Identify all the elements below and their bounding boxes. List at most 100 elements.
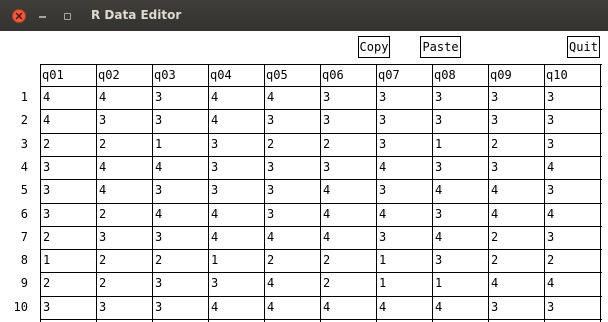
column-header-q05[interactable]: q05 xyxy=(266,67,288,83)
table-cell[interactable]: 3 xyxy=(267,112,274,128)
table-cell[interactable]: 4 xyxy=(211,112,218,128)
table-cell[interactable]: 1 xyxy=(155,136,162,152)
table-cell[interactable]: 4 xyxy=(547,206,554,222)
table-cell[interactable]: 4 xyxy=(435,299,442,315)
paste-button[interactable]: Paste xyxy=(420,36,461,58)
table-cell[interactable]: 4 xyxy=(155,159,162,175)
table-cell[interactable]: 3 xyxy=(211,159,218,175)
table-cell[interactable]: 2 xyxy=(491,136,498,152)
table-cell[interactable]: 3 xyxy=(491,89,498,105)
table-cell[interactable]: 3 xyxy=(155,182,162,198)
table-cell[interactable]: 3 xyxy=(323,89,330,105)
table-cell[interactable]: 4 xyxy=(379,206,386,222)
table-cell[interactable]: 3 xyxy=(379,89,386,105)
table-cell[interactable]: 3 xyxy=(379,112,386,128)
copy-button[interactable]: Copy xyxy=(358,36,390,58)
table-cell[interactable]: 3 xyxy=(491,299,498,315)
table-cell[interactable]: 3 xyxy=(547,112,554,128)
table-cell[interactable]: 2 xyxy=(43,229,50,245)
table-cell[interactable]: 3 xyxy=(99,112,106,128)
table-cell[interactable]: 4 xyxy=(491,206,498,222)
table-cell[interactable]: 4 xyxy=(547,159,554,175)
table-cell[interactable]: 3 xyxy=(547,299,554,315)
table-cell[interactable]: 3 xyxy=(547,229,554,245)
table-cell[interactable]: 3 xyxy=(379,229,386,245)
table-cell[interactable]: 4 xyxy=(211,89,218,105)
table-cell[interactable]: 2 xyxy=(491,229,498,245)
table-cell[interactable]: 3 xyxy=(435,206,442,222)
table-cell[interactable]: 4 xyxy=(267,275,274,291)
table-cell[interactable]: 4 xyxy=(491,275,498,291)
quit-button[interactable]: Quit xyxy=(567,36,600,58)
table-cell[interactable]: 2 xyxy=(323,252,330,268)
table-cell[interactable]: 3 xyxy=(435,252,442,268)
table-cell[interactable]: 3 xyxy=(155,112,162,128)
column-header-q04[interactable]: q04 xyxy=(210,67,232,83)
table-cell[interactable]: 1 xyxy=(435,136,442,152)
table-cell[interactable]: 3 xyxy=(155,229,162,245)
column-header-q01[interactable]: q01 xyxy=(42,67,64,83)
table-cell[interactable]: 1 xyxy=(435,275,442,291)
table-cell[interactable]: 3 xyxy=(547,89,554,105)
table-cell[interactable]: 3 xyxy=(491,159,498,175)
table-cell[interactable]: 4 xyxy=(491,182,498,198)
table-cell[interactable]: 3 xyxy=(435,159,442,175)
table-cell[interactable]: 3 xyxy=(99,229,106,245)
table-cell[interactable]: 4 xyxy=(99,89,106,105)
table-cell[interactable]: 3 xyxy=(267,206,274,222)
table-cell[interactable]: 2 xyxy=(267,252,274,268)
table-cell[interactable]: 4 xyxy=(99,182,106,198)
table-cell[interactable]: 3 xyxy=(211,275,218,291)
table-cell[interactable]: 3 xyxy=(379,182,386,198)
table-cell[interactable]: 2 xyxy=(99,252,106,268)
table-cell[interactable]: 2 xyxy=(491,252,498,268)
table-cell[interactable]: 2 xyxy=(43,275,50,291)
close-icon[interactable] xyxy=(12,9,26,23)
table-cell[interactable]: 3 xyxy=(211,136,218,152)
table-cell[interactable]: 1 xyxy=(43,252,50,268)
table-cell[interactable]: 4 xyxy=(323,182,330,198)
table-cell[interactable]: 2 xyxy=(99,136,106,152)
table-cell[interactable]: 2 xyxy=(155,252,162,268)
table-cell[interactable]: 4 xyxy=(99,159,106,175)
column-header-q02[interactable]: q02 xyxy=(98,67,120,83)
table-cell[interactable]: 3 xyxy=(547,182,554,198)
table-cell[interactable]: 3 xyxy=(435,112,442,128)
table-cell[interactable]: 3 xyxy=(491,112,498,128)
table-cell[interactable]: 3 xyxy=(323,112,330,128)
table-cell[interactable]: 3 xyxy=(43,206,50,222)
minimize-icon[interactable] xyxy=(36,9,50,23)
table-cell[interactable]: 3 xyxy=(155,275,162,291)
table-cell[interactable]: 4 xyxy=(323,229,330,245)
column-header-q09[interactable]: q09 xyxy=(490,67,512,83)
column-header-q03[interactable]: q03 xyxy=(154,67,176,83)
table-cell[interactable]: 3 xyxy=(267,159,274,175)
table-cell[interactable]: 4 xyxy=(323,206,330,222)
table-cell[interactable]: 2 xyxy=(99,206,106,222)
table-cell[interactable]: 4 xyxy=(267,89,274,105)
table-cell[interactable]: 4 xyxy=(211,206,218,222)
table-cell[interactable]: 3 xyxy=(267,182,274,198)
table-cell[interactable]: 3 xyxy=(99,299,106,315)
table-cell[interactable]: 1 xyxy=(379,252,386,268)
title-bar[interactable]: R Data Editor xyxy=(0,0,608,31)
column-header-q10[interactable]: q10 xyxy=(546,67,568,83)
table-cell[interactable]: 3 xyxy=(211,182,218,198)
table-cell[interactable]: 2 xyxy=(99,275,106,291)
table-cell[interactable]: 4 xyxy=(211,229,218,245)
table-cell[interactable]: 4 xyxy=(435,182,442,198)
table-cell[interactable]: 4 xyxy=(155,206,162,222)
column-header-q08[interactable]: q08 xyxy=(434,67,456,83)
table-cell[interactable]: 4 xyxy=(211,299,218,315)
table-cell[interactable]: 4 xyxy=(267,229,274,245)
table-cell[interactable]: 3 xyxy=(435,89,442,105)
table-cell[interactable]: 3 xyxy=(379,136,386,152)
table-cell[interactable]: 1 xyxy=(211,252,218,268)
table-cell[interactable]: 4 xyxy=(379,159,386,175)
table-cell[interactable]: 4 xyxy=(379,299,386,315)
table-cell[interactable]: 3 xyxy=(43,299,50,315)
table-cell[interactable]: 4 xyxy=(547,275,554,291)
table-cell[interactable]: 3 xyxy=(43,159,50,175)
column-header-q06[interactable]: q06 xyxy=(322,67,344,83)
table-cell[interactable]: 4 xyxy=(435,229,442,245)
